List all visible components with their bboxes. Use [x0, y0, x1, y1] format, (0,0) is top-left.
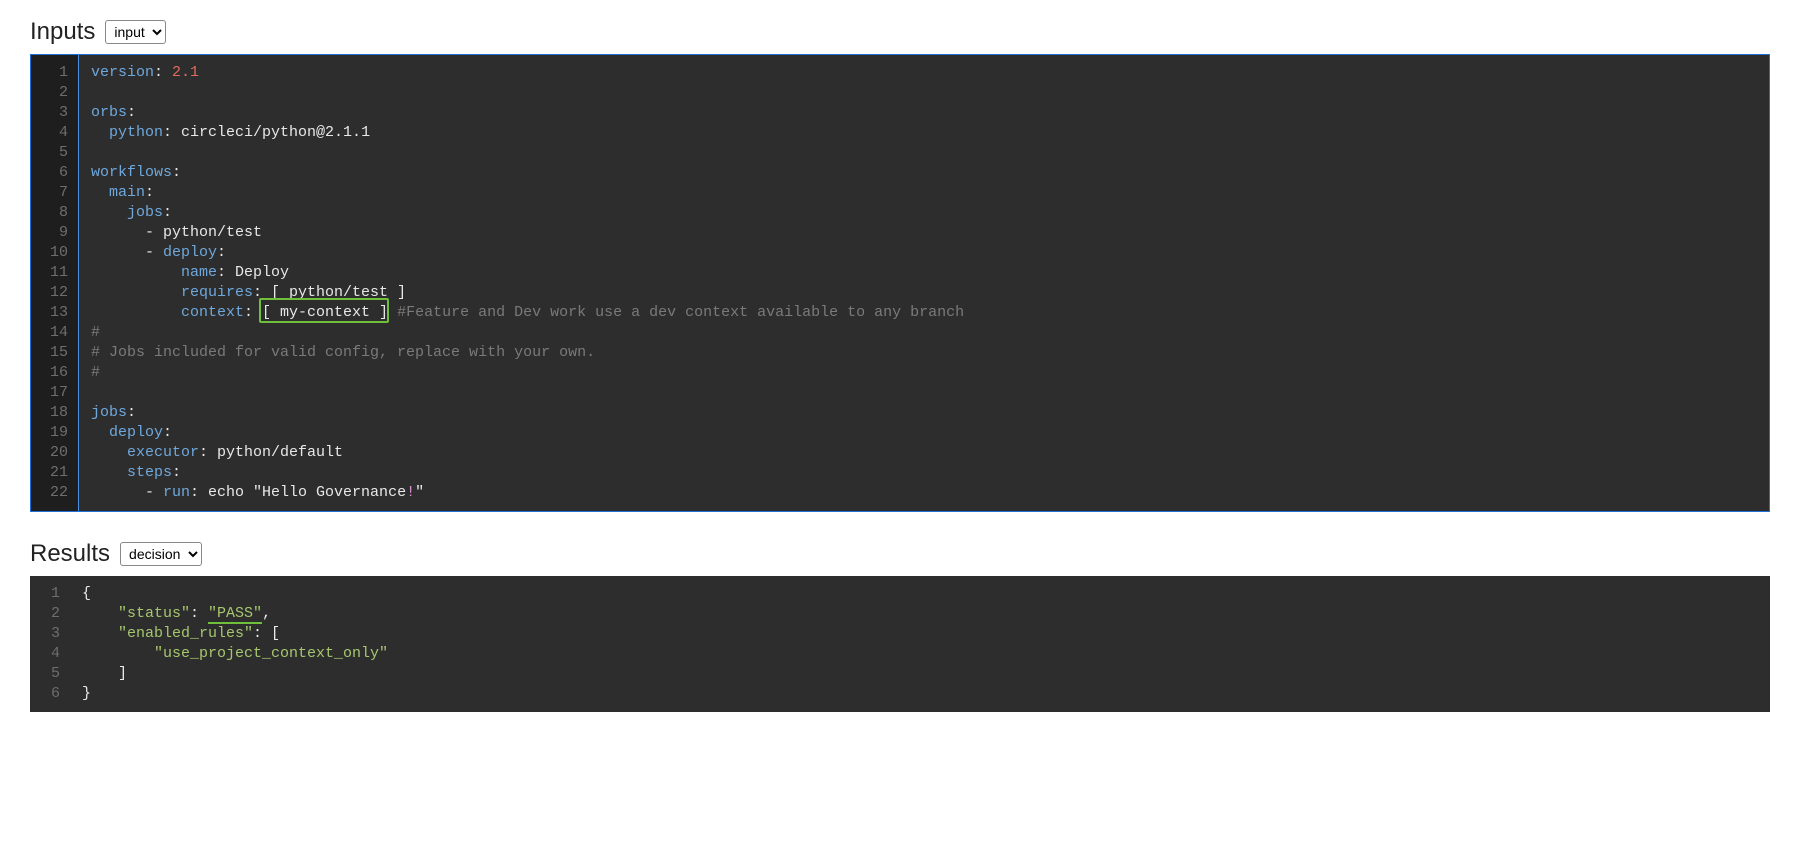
inputs-code[interactable]: version: 2.1 orbs: python: circleci/pytho…	[79, 55, 976, 511]
inputs-header: Inputs input	[30, 18, 1770, 46]
code-line[interactable]: # Jobs included for valid config, replac…	[91, 343, 964, 363]
code-line[interactable]: "enabled_rules": [	[82, 624, 388, 644]
line-number: 7	[39, 183, 68, 203]
line-number: 1	[38, 584, 60, 604]
inputs-gutter: 12345678910111213141516171819202122	[31, 55, 79, 511]
code-line[interactable]: name: Deploy	[91, 263, 964, 283]
line-number: 13	[39, 303, 68, 323]
results-editor[interactable]: 123456 { "status": "PASS", "enabled_rule…	[30, 576, 1770, 712]
inputs-title: Inputs	[30, 18, 95, 46]
line-number: 3	[39, 103, 68, 123]
line-number: 6	[38, 684, 60, 704]
code-line[interactable]: requires: [ python/test ]	[91, 283, 964, 303]
inputs-editor[interactable]: 12345678910111213141516171819202122 vers…	[30, 54, 1770, 512]
code-line[interactable]: steps:	[91, 463, 964, 483]
code-line[interactable]	[91, 83, 964, 103]
code-line[interactable]: ]	[82, 664, 388, 684]
code-line[interactable]	[91, 383, 964, 403]
line-number: 8	[39, 203, 68, 223]
code-line[interactable]: python: circleci/python@2.1.1	[91, 123, 964, 143]
line-number: 19	[39, 423, 68, 443]
line-number: 14	[39, 323, 68, 343]
line-number: 21	[39, 463, 68, 483]
code-line[interactable]: - run: echo "Hello Governance!"	[91, 483, 964, 503]
code-line[interactable]: jobs:	[91, 203, 964, 223]
line-number: 1	[39, 63, 68, 83]
code-line[interactable]: jobs:	[91, 403, 964, 423]
code-line[interactable]: version: 2.1	[91, 63, 964, 83]
line-number: 18	[39, 403, 68, 423]
code-line[interactable]: workflows:	[91, 163, 964, 183]
line-number: 16	[39, 363, 68, 383]
results-title: Results	[30, 540, 110, 568]
code-line[interactable]: #	[91, 323, 964, 343]
code-line[interactable]	[91, 143, 964, 163]
code-line[interactable]: - deploy:	[91, 243, 964, 263]
code-line[interactable]: {	[82, 584, 388, 604]
line-number: 2	[38, 604, 60, 624]
line-number: 20	[39, 443, 68, 463]
line-number: 22	[39, 483, 68, 503]
line-number: 9	[39, 223, 68, 243]
results-selector[interactable]: decision	[120, 542, 202, 566]
code-line[interactable]: executor: python/default	[91, 443, 964, 463]
code-line[interactable]: }	[82, 684, 388, 704]
line-number: 4	[38, 644, 60, 664]
results-header: Results decision	[30, 540, 1770, 568]
line-number: 10	[39, 243, 68, 263]
code-line[interactable]: #	[91, 363, 964, 383]
line-number: 3	[38, 624, 60, 644]
line-number: 6	[39, 163, 68, 183]
code-line[interactable]: "status": "PASS",	[82, 604, 388, 624]
results-code[interactable]: { "status": "PASS", "enabled_rules": [ "…	[70, 576, 400, 712]
results-gutter: 123456	[30, 576, 70, 712]
code-line[interactable]: context: [ my-context ] #Feature and Dev…	[91, 303, 964, 323]
line-number: 2	[39, 83, 68, 103]
line-number: 11	[39, 263, 68, 283]
line-number: 5	[39, 143, 68, 163]
line-number: 12	[39, 283, 68, 303]
line-number: 15	[39, 343, 68, 363]
line-number: 17	[39, 383, 68, 403]
code-line[interactable]: deploy:	[91, 423, 964, 443]
code-line[interactable]: orbs:	[91, 103, 964, 123]
code-line[interactable]: - python/test	[91, 223, 964, 243]
line-number: 4	[39, 123, 68, 143]
line-number: 5	[38, 664, 60, 684]
code-line[interactable]: "use_project_context_only"	[82, 644, 388, 664]
inputs-selector[interactable]: input	[105, 20, 166, 44]
code-line[interactable]: main:	[91, 183, 964, 203]
